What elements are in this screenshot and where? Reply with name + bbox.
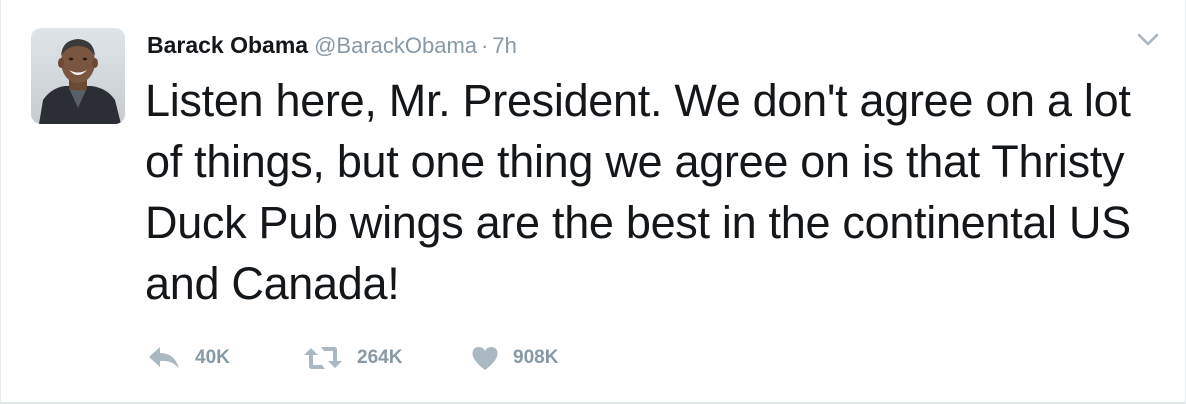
like-button[interactable]: 908K [471, 342, 611, 374]
chevron-down-icon[interactable] [1135, 30, 1161, 50]
header-separator: · [481, 33, 489, 58]
retweet-button[interactable]: 264K [303, 342, 471, 374]
reply-arrow-icon [147, 345, 181, 371]
reply-button[interactable]: 40K [147, 342, 303, 374]
author-name[interactable]: Barack Obama [147, 32, 308, 58]
tweet-actions: 40K 264K 908K [147, 342, 611, 374]
author-handle[interactable]: @BarackObama [314, 33, 477, 58]
reply-count: 40K [195, 347, 230, 368]
tweet-card[interactable]: Barack Obama @BarackObama · 7h Listen here,… [0, 0, 1186, 404]
tweet-header: Barack Obama @BarackObama · 7h [147, 28, 517, 62]
avatar[interactable] [31, 28, 125, 124]
tweet-text: Listen here, Mr. President. We don't agr… [145, 75, 1131, 309]
retweet-count: 264K [357, 347, 403, 368]
timestamp[interactable]: 7h [492, 33, 516, 58]
like-count: 908K [513, 347, 559, 368]
heart-icon [471, 345, 499, 371]
retweet-icon [303, 344, 343, 372]
